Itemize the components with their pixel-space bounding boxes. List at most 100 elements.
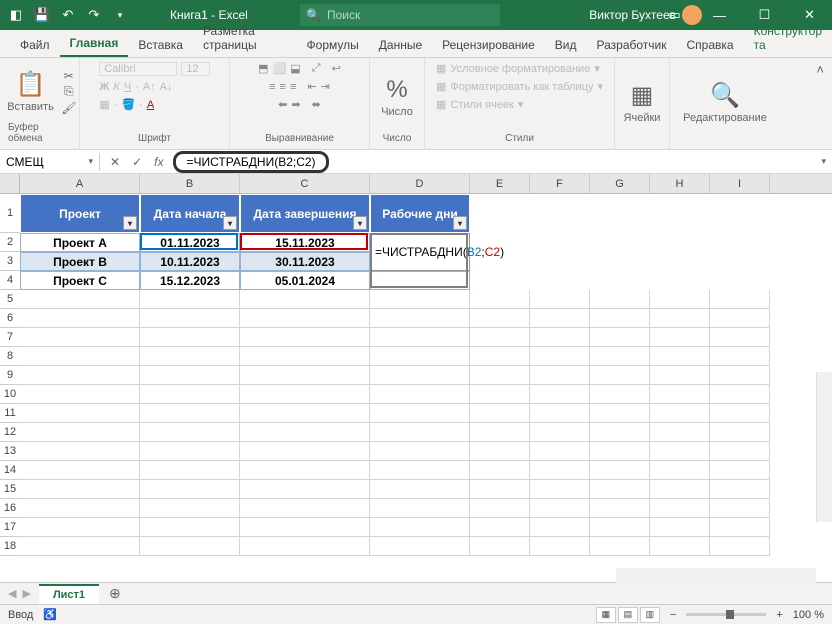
cell-b12[interactable]	[140, 423, 240, 442]
cell-d6[interactable]	[370, 309, 470, 328]
cell-a4[interactable]: Проект C	[20, 271, 140, 290]
wrap-text-icon[interactable]: ↩	[332, 62, 341, 75]
cell-a9[interactable]	[20, 366, 140, 385]
cell-b5[interactable]	[140, 290, 240, 309]
row-header-3[interactable]: 3	[0, 252, 20, 271]
decrease-font-icon[interactable]: A↓	[160, 81, 173, 93]
cell-h7[interactable]	[650, 328, 710, 347]
search-box[interactable]: 🔍 Поиск	[300, 4, 500, 26]
cell-d15[interactable]	[370, 480, 470, 499]
filter-start-icon[interactable]: ▾	[223, 216, 237, 230]
tab-review[interactable]: Рецензирование	[432, 33, 545, 57]
cell-c14[interactable]	[240, 461, 370, 480]
ribbon-options-icon[interactable]: ▭	[652, 0, 697, 30]
cell-a11[interactable]	[20, 404, 140, 423]
cell-c12[interactable]	[240, 423, 370, 442]
cell-d17[interactable]	[370, 518, 470, 537]
zoom-slider[interactable]	[686, 613, 766, 616]
align-middle-icon[interactable]: ⬜	[273, 62, 287, 75]
row-header-12[interactable]: 12	[0, 423, 20, 442]
cell-f9[interactable]	[530, 366, 590, 385]
cell-e10[interactable]	[470, 385, 530, 404]
row-header-1[interactable]: 1	[0, 194, 20, 233]
page-layout-view-icon[interactable]: ▤	[618, 607, 638, 623]
cancel-formula-icon[interactable]: ✕	[110, 155, 120, 169]
increase-indent-icon[interactable]: ➡	[291, 98, 300, 111]
cell-a5[interactable]	[20, 290, 140, 309]
undo-icon[interactable]: ↶	[60, 7, 76, 23]
row-header-4[interactable]: 4	[0, 271, 20, 290]
cell-e16[interactable]	[470, 499, 530, 518]
cell-f12[interactable]	[530, 423, 590, 442]
tab-file[interactable]: Файл	[10, 33, 60, 57]
expand-formula-icon[interactable]: ▾	[821, 156, 826, 167]
tab-home[interactable]: Главная	[60, 31, 129, 57]
row-header-8[interactable]: 8	[0, 347, 20, 366]
horizontal-scrollbar[interactable]	[616, 568, 816, 584]
cell-f14[interactable]	[530, 461, 590, 480]
cell-h14[interactable]	[650, 461, 710, 480]
align-left-icon[interactable]: ≡	[269, 81, 275, 93]
cell-h13[interactable]	[650, 442, 710, 461]
cell-b9[interactable]	[140, 366, 240, 385]
cell-i13[interactable]	[710, 442, 770, 461]
cell-c18[interactable]	[240, 537, 370, 556]
cell-c5[interactable]	[240, 290, 370, 309]
cell-b13[interactable]	[140, 442, 240, 461]
cell-g9[interactable]	[590, 366, 650, 385]
cell-i15[interactable]	[710, 480, 770, 499]
header-workdays[interactable]: Рабочие дни▾	[370, 194, 470, 233]
decrease-indent-icon[interactable]: ⬅	[278, 98, 287, 111]
row-header-14[interactable]: 14	[0, 461, 20, 480]
row-header-11[interactable]: 11	[0, 404, 20, 423]
normal-view-icon[interactable]: ▦	[596, 607, 616, 623]
add-sheet-icon[interactable]: ⊕	[99, 585, 131, 602]
cell-e6[interactable]	[470, 309, 530, 328]
cell-h9[interactable]	[650, 366, 710, 385]
col-header-d[interactable]: D	[370, 174, 470, 193]
cell-e18[interactable]	[470, 537, 530, 556]
cell-i10[interactable]	[710, 385, 770, 404]
cell-h17[interactable]	[650, 518, 710, 537]
filter-project-icon[interactable]: ▾	[123, 216, 137, 230]
cell-f15[interactable]	[530, 480, 590, 499]
cell-i9[interactable]	[710, 366, 770, 385]
cell-a3[interactable]: Проект B	[20, 252, 140, 271]
format-as-table-button[interactable]: ▦Форматировать как таблицу ▾	[434, 79, 605, 94]
filter-end-icon[interactable]: ▾	[353, 216, 367, 230]
cell-e14[interactable]	[470, 461, 530, 480]
cell-a14[interactable]	[20, 461, 140, 480]
cell-i8[interactable]	[710, 347, 770, 366]
cell-b6[interactable]	[140, 309, 240, 328]
cell-b7[interactable]	[140, 328, 240, 347]
cell-g18[interactable]	[590, 537, 650, 556]
cell-c13[interactable]	[240, 442, 370, 461]
autosave-icon[interactable]: ◧	[8, 7, 24, 23]
italic-icon[interactable]: К	[113, 81, 119, 93]
zoom-in-icon[interactable]: +	[776, 609, 782, 621]
editing-button[interactable]: 🔍 Редактирование	[679, 79, 771, 126]
cell-b16[interactable]	[140, 499, 240, 518]
row-header-9[interactable]: 9	[0, 366, 20, 385]
align-center-icon[interactable]: ≡	[280, 81, 286, 93]
cell-e11[interactable]	[470, 404, 530, 423]
cell-b4[interactable]: 15.12.2023	[140, 271, 240, 290]
cell-f11[interactable]	[530, 404, 590, 423]
col-header-b[interactable]: B	[140, 174, 240, 193]
cell-g8[interactable]	[590, 347, 650, 366]
save-icon[interactable]: 💾	[34, 7, 50, 23]
ribbon-collapse-icon[interactable]: ˄	[808, 58, 832, 149]
cell-b10[interactable]	[140, 385, 240, 404]
tab-developer[interactable]: Разработчик	[587, 33, 677, 57]
cell-a6[interactable]	[20, 309, 140, 328]
cell-d18[interactable]	[370, 537, 470, 556]
cell-c7[interactable]	[240, 328, 370, 347]
cell-b17[interactable]	[140, 518, 240, 537]
cell-a13[interactable]	[20, 442, 140, 461]
cell-styles-button[interactable]: ▦Стили ячеек ▾	[434, 97, 525, 112]
cell-b2[interactable]: 01.11.2023	[140, 233, 240, 252]
col-header-i[interactable]: I	[710, 174, 770, 193]
cell-c4[interactable]: 05.01.2024	[240, 271, 370, 290]
cell-e9[interactable]	[470, 366, 530, 385]
sheet-prev-icon[interactable]: ◀	[8, 587, 16, 600]
